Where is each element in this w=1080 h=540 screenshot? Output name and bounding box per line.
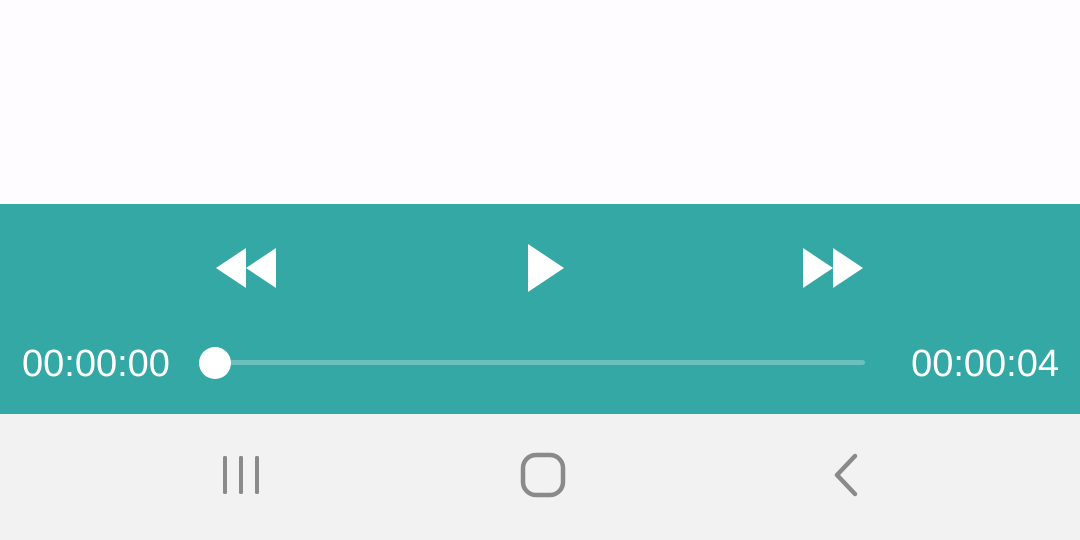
- seek-track: [215, 360, 865, 365]
- current-time-label: 00:00:00: [22, 343, 170, 385]
- back-icon: [834, 453, 858, 497]
- rewind-icon: [216, 248, 276, 288]
- total-time-label: 00:00:04: [911, 343, 1059, 385]
- fast-forward-icon: [803, 248, 863, 288]
- play-icon: [528, 244, 564, 292]
- media-controller: 00:00:00 00:00:04: [0, 204, 1080, 414]
- system-navigation-bar: [0, 414, 1080, 540]
- recents-icon: [223, 456, 259, 494]
- seek-bar[interactable]: [199, 344, 870, 382]
- fast-forward-button[interactable]: [788, 234, 878, 302]
- home-icon: [520, 452, 566, 498]
- back-button[interactable]: [806, 442, 886, 508]
- home-button[interactable]: [503, 442, 583, 508]
- video-content-area: [0, 0, 1080, 204]
- seek-thumb[interactable]: [199, 347, 231, 379]
- recents-button[interactable]: [201, 442, 281, 508]
- play-button[interactable]: [500, 234, 590, 302]
- rewind-button[interactable]: [201, 234, 291, 302]
